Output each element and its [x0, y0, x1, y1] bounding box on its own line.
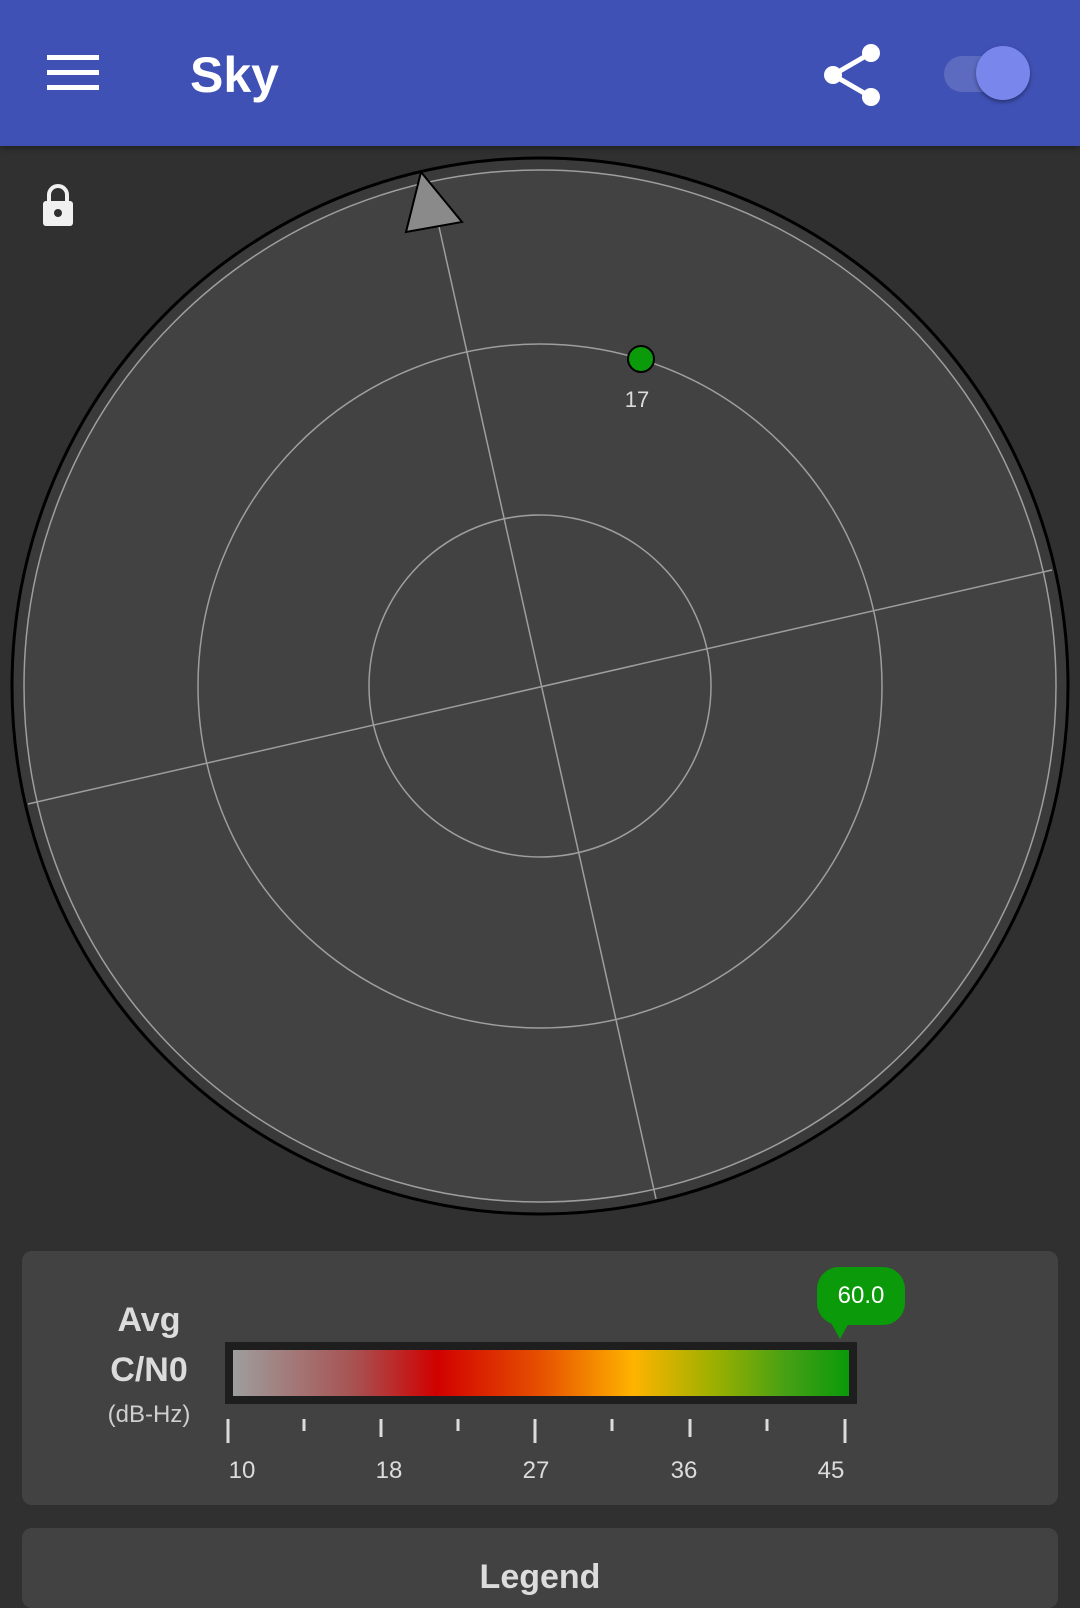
cn0-label-avg: Avg: [117, 1301, 181, 1339]
cn0-gradient-bar: [225, 1342, 857, 1404]
lock-button[interactable]: [38, 182, 78, 230]
menu-icon: [47, 55, 99, 90]
legend-card: Legend: [22, 1528, 1058, 1608]
cn0-label: Avg C/N0 (dB-Hz): [84, 1295, 214, 1435]
cn0-tick-marks: [226, 1419, 847, 1443]
cn0-scale: 10 18 27 36 45: [218, 1417, 858, 1487]
cn0-value-bubble: 60.0: [817, 1267, 905, 1325]
tracking-toggle[interactable]: [940, 46, 1030, 102]
cn0-tick-label: 10: [228, 1457, 256, 1484]
share-icon: [824, 44, 880, 106]
cn0-tick-label: 18: [375, 1457, 403, 1484]
menu-button[interactable]: [30, 38, 116, 108]
cn0-tick-label: 45: [817, 1457, 845, 1484]
sky-plot: 17: [10, 156, 1070, 1216]
share-button[interactable]: [808, 30, 898, 120]
cn0-value-pointer: [830, 1321, 850, 1339]
cn0-tick-label: 36: [670, 1457, 698, 1484]
cn0-tick-label: 27: [522, 1457, 550, 1484]
page-title: Sky: [190, 47, 279, 103]
sky-disc: [23, 169, 1057, 1203]
lock-icon: [43, 184, 73, 226]
satellite-label: 17: [625, 387, 649, 412]
app-bar: Sky: [0, 0, 1080, 146]
cn0-label-title: C/N0: [110, 1351, 188, 1389]
cn0-label-units: (dB-Hz): [107, 1401, 191, 1428]
toggle-thumb: [976, 46, 1030, 100]
satellite-marker: [627, 345, 655, 373]
cn0-card: Avg C/N0 (dB-Hz) 60.0 10 18 27 36 45: [22, 1251, 1058, 1505]
legend-title: Legend: [479, 1558, 601, 1596]
cn0-gradient-fill: [233, 1350, 849, 1396]
